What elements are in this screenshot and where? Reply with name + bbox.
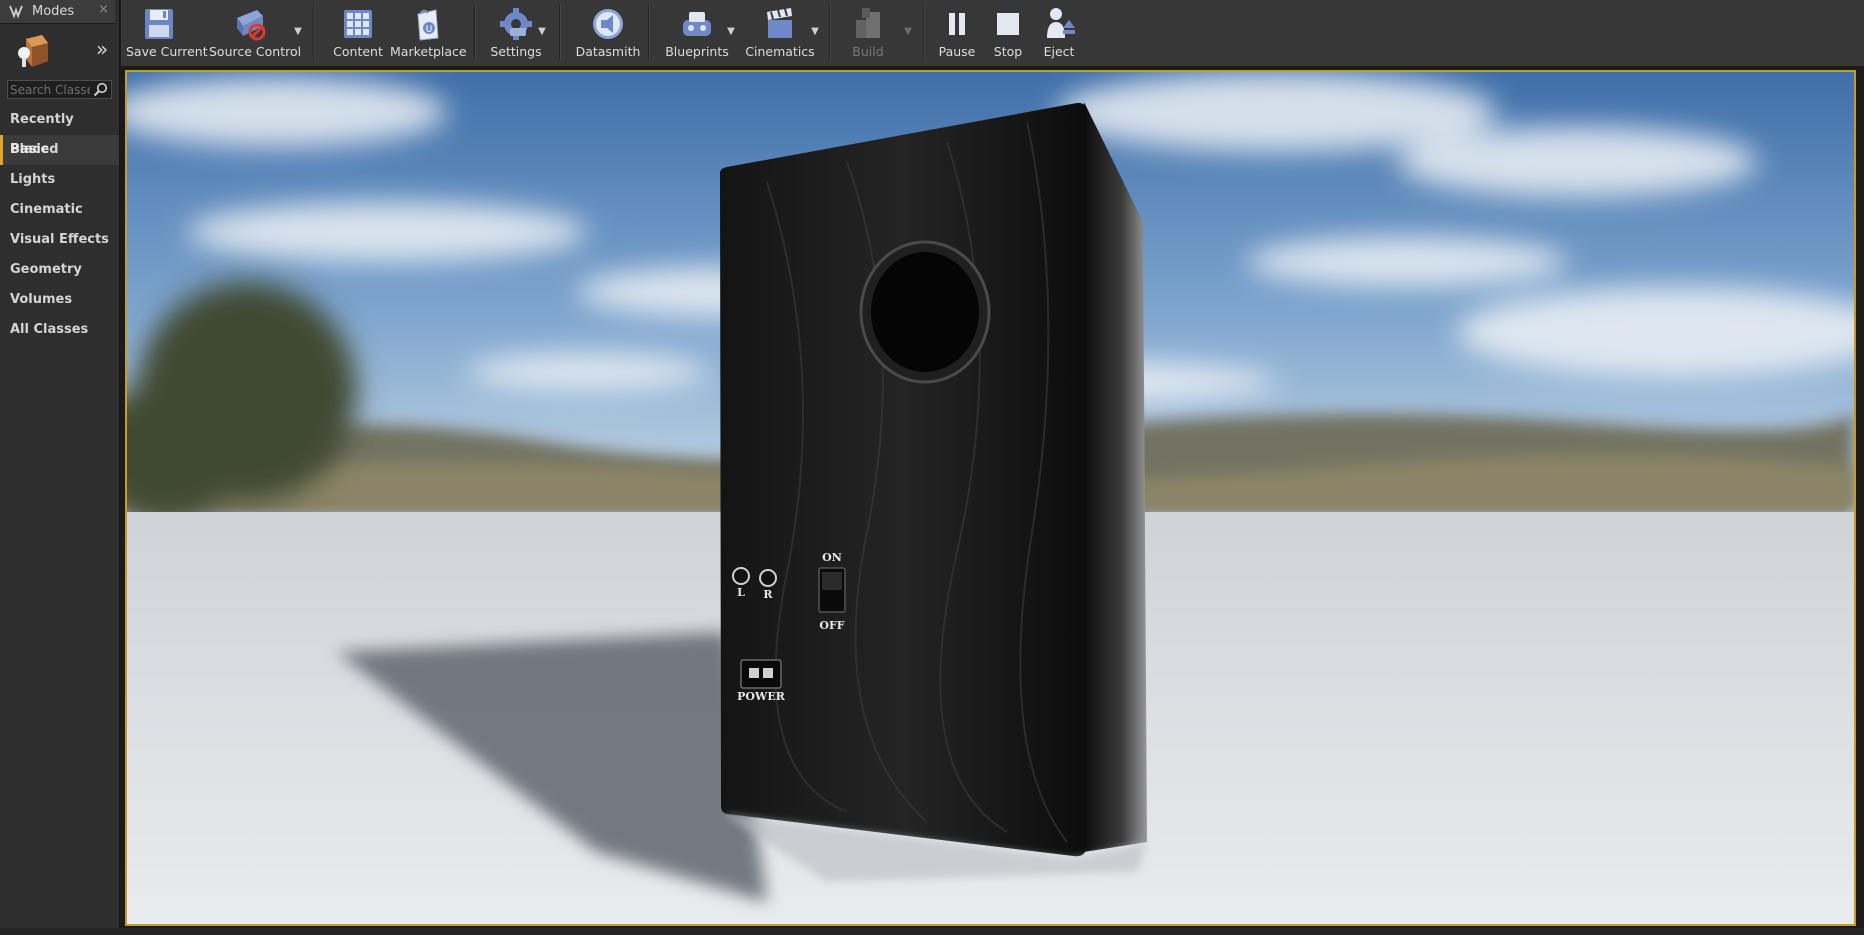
source-control-button[interactable]: Source Control — [209, 0, 302, 62]
level-viewport[interactable]: L R ON OFF POWER — [125, 70, 1856, 926]
eject-icon — [1047, 8, 1075, 38]
settings-gear-icon — [500, 8, 532, 40]
expand-modes-icon[interactable]: » — [96, 39, 108, 59]
toolbar-separator — [829, 4, 831, 60]
search-icon — [93, 82, 108, 97]
build-icon — [856, 8, 880, 38]
category-recently-placed[interactable]: Recently Placed — [0, 105, 119, 157]
main-toolbar: Save Current Source Control ▼ Content U … — [121, 0, 1864, 66]
category-geometry[interactable]: Geometry — [0, 255, 119, 285]
build-label: Build — [852, 44, 884, 59]
content-button[interactable]: Content — [328, 0, 388, 62]
pause-icon — [949, 13, 965, 35]
category-cinematic[interactable]: Cinematic — [0, 195, 119, 225]
close-icon[interactable]: × — [98, 2, 109, 17]
marketplace-label: Marketplace — [390, 44, 467, 59]
toolbar-separator — [559, 4, 561, 60]
stop-icon — [997, 13, 1019, 35]
mode-selector: » — [0, 25, 119, 77]
switch-off-label: OFF — [819, 619, 844, 632]
category-lights[interactable]: Lights — [0, 165, 119, 195]
settings-dropdown[interactable]: ▼ — [537, 26, 547, 37]
toolbar-separator — [474, 4, 476, 60]
left-jack-label: L — [737, 586, 745, 599]
cinematics-button[interactable]: Cinematics — [739, 0, 821, 62]
blueprints-label: Blueprints — [665, 44, 729, 59]
content-label: Content — [333, 44, 383, 59]
toolbar-separator — [648, 4, 650, 60]
modes-tab-title: Modes — [32, 4, 75, 19]
search-classes-field — [7, 80, 112, 99]
marketplace-button[interactable]: U Marketplace — [390, 0, 467, 62]
settings-label: Settings — [490, 44, 542, 59]
bottom-status-strip — [0, 928, 1864, 935]
eject-label: Eject — [1043, 44, 1075, 59]
stop-label: Stop — [993, 44, 1023, 59]
left-jack — [732, 567, 750, 585]
save-current-button[interactable]: Save Current — [126, 0, 208, 62]
search-classes-input[interactable] — [10, 81, 90, 98]
save-current-label: Save Current — [126, 44, 208, 59]
modes-panel: Modes × » Recently Placed Basic Lights C… — [0, 0, 120, 935]
eject-button[interactable]: Eject — [1033, 0, 1085, 62]
content-browser-icon — [344, 10, 372, 38]
save-icon — [145, 9, 173, 39]
source-control-icon — [237, 10, 266, 41]
place-mode-icon[interactable] — [12, 31, 54, 71]
datasmith-label: Datasmith — [575, 44, 641, 59]
source-control-label: Source Control — [209, 44, 302, 59]
blueprints-icon — [683, 12, 711, 36]
build-dropdown[interactable]: ▼ — [903, 26, 913, 37]
power-label: POWER — [737, 690, 786, 703]
toolbar-separator — [923, 4, 925, 60]
category-volumes[interactable]: Volumes — [0, 285, 119, 315]
viewport-scene: L R ON OFF POWER — [127, 72, 1854, 924]
category-visual-effects[interactable]: Visual Effects — [0, 225, 119, 255]
stop-button[interactable]: Stop — [983, 0, 1033, 62]
build-button[interactable]: Build — [837, 0, 899, 62]
speaker-front — [720, 102, 1087, 857]
datasmith-button[interactable]: Datasmith — [571, 0, 645, 62]
svg-text:U: U — [426, 25, 433, 35]
cinematics-label: Cinematics — [745, 44, 815, 59]
marketplace-icon: U — [417, 9, 439, 41]
speaker-side — [1084, 102, 1147, 852]
power-socket — [740, 659, 782, 689]
category-basic[interactable]: Basic — [0, 135, 119, 165]
switch-on-label: ON — [822, 551, 842, 564]
modes-icon — [9, 5, 23, 19]
pause-button[interactable]: Pause — [931, 0, 983, 62]
modes-tab[interactable]: Modes × — [0, 0, 115, 24]
cinematics-dropdown[interactable]: ▼ — [810, 26, 820, 37]
datasmith-icon — [593, 9, 623, 39]
clapperboard-icon — [767, 8, 792, 38]
category-all-classes[interactable]: All Classes — [0, 315, 119, 345]
source-control-dropdown[interactable]: ▼ — [293, 26, 303, 37]
right-jack — [759, 569, 777, 587]
blueprints-button[interactable]: Blueprints — [657, 0, 737, 62]
toolbar-separator — [313, 4, 315, 60]
right-jack-label: R — [763, 588, 773, 601]
blueprints-dropdown[interactable]: ▼ — [726, 26, 736, 37]
category-list: Recently Placed Basic Lights Cinematic V… — [0, 105, 119, 345]
pause-label: Pause — [938, 44, 976, 59]
